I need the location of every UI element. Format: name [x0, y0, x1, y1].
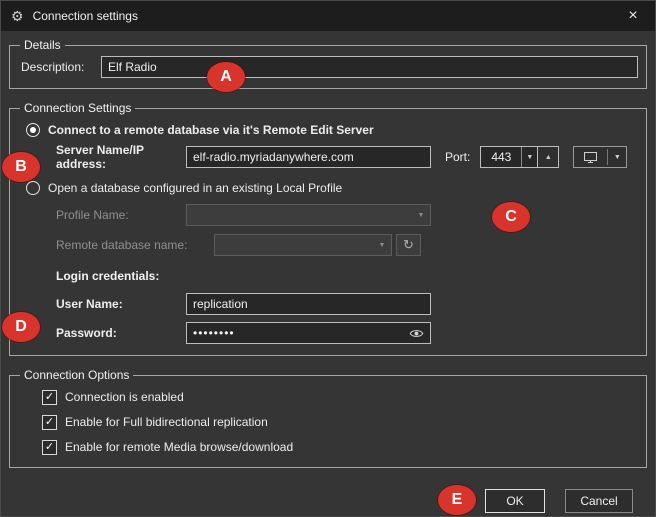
username-input[interactable]	[186, 293, 431, 315]
port-label: Port:	[445, 150, 471, 164]
profile-name-label: Profile Name:	[56, 208, 129, 222]
local-radio-row: Open a database configured in an existin…	[26, 181, 638, 195]
remote-radio-label: Connect to a remote database via it's Re…	[48, 123, 374, 137]
description-label: Description:	[21, 60, 85, 74]
settings-gear-icon: ⚙	[11, 8, 24, 24]
details-group: Details Description:	[9, 38, 647, 89]
local-profile-radio[interactable]	[26, 181, 40, 195]
checkbox-bidirectional-replication[interactable]: ✓	[42, 414, 57, 430]
checkbox-label: Connection is enabled	[65, 390, 184, 404]
checkbox-connection-enabled[interactable]: ✓	[42, 389, 57, 405]
annotation-badge-c: C	[492, 202, 530, 232]
titlebar: ⚙ Connection settings ×	[1, 1, 655, 31]
connection-options-group: Connection Options ✓ Connection is enabl…	[9, 368, 647, 468]
server-name-input[interactable]	[186, 146, 431, 168]
connection-settings-dialog: ⚙ Connection settings × Details Descript…	[0, 0, 656, 517]
remote-database-radio[interactable]	[26, 123, 40, 137]
cancel-button[interactable]: Cancel	[565, 489, 633, 513]
password-row: Password:	[56, 321, 638, 345]
remote-db-label: Remote database name:	[56, 238, 188, 252]
remote-radio-row: Connect to a remote database via it's Re…	[26, 123, 638, 137]
password-field[interactable]	[186, 322, 431, 344]
annotation-badge-a: A	[207, 62, 245, 92]
server-row: Server Name/IP address: Port: 443 ▼ ▲	[56, 143, 638, 171]
refresh-icon: ↻	[403, 237, 414, 252]
close-icon[interactable]: ×	[611, 1, 655, 31]
checkbox-media-browse[interactable]: ✓	[42, 439, 57, 455]
login-credentials-label: Login credentials:	[56, 269, 160, 283]
dialog-content: Details Description: Connection Settings…	[1, 31, 655, 513]
dialog-footer: OK Cancel	[9, 468, 647, 513]
dropdown-icon[interactable]: ▼	[608, 154, 626, 161]
port-input[interactable]: 443 ▼	[480, 146, 539, 168]
connection-settings-group: Connection Settings Connect to a remote …	[9, 101, 647, 356]
remote-db-combo[interactable]: ▼	[214, 234, 392, 256]
profile-name-row: Profile Name: ▼	[56, 203, 638, 227]
profile-name-combo[interactable]: ▼	[186, 204, 431, 226]
window-title: Connection settings	[32, 9, 138, 23]
media-browse-row: ✓ Enable for remote Media browse/downloa…	[42, 437, 638, 457]
bidirectional-row: ✓ Enable for Full bidirectional replicat…	[42, 412, 638, 432]
port-options-button[interactable]: ▼	[573, 146, 628, 168]
show-password-icon[interactable]	[409, 328, 424, 339]
local-radio-label: Open a database configured in an existin…	[48, 181, 343, 195]
port-up-button[interactable]: ▲	[537, 146, 560, 168]
username-row: User Name:	[56, 292, 638, 316]
password-label: Password:	[56, 326, 117, 340]
checkbox-label: Enable for Full bidirectional replicatio…	[65, 415, 268, 429]
description-input[interactable]	[101, 56, 638, 78]
password-input[interactable]	[193, 326, 405, 340]
port-value: 443	[491, 150, 512, 164]
server-name-label: Server Name/IP address:	[56, 143, 144, 171]
chevron-down-icon: ▼	[417, 211, 425, 219]
annotation-badge-d: D	[2, 312, 40, 342]
connection-enabled-row: ✓ Connection is enabled	[42, 387, 638, 407]
username-label: User Name:	[56, 297, 123, 311]
ok-button[interactable]: OK	[485, 489, 545, 513]
up-arrow-icon: ▲	[544, 153, 552, 161]
annotation-badge-e: E	[438, 485, 476, 515]
checkbox-label: Enable for remote Media browse/download	[65, 440, 294, 454]
connection-settings-legend: Connection Settings	[24, 101, 132, 115]
annotation-badge-b: B	[2, 152, 40, 182]
connection-options-legend: Connection Options	[24, 368, 130, 382]
description-row: Description:	[21, 56, 638, 78]
device-icon	[574, 151, 607, 164]
details-legend: Details	[24, 38, 61, 52]
chevron-down-icon: ▼	[378, 241, 386, 249]
remote-db-row: Remote database name: ▼ ↻	[56, 233, 638, 257]
port-dropdown-icon[interactable]: ▼	[521, 147, 537, 167]
refresh-button[interactable]: ↻	[396, 234, 421, 256]
